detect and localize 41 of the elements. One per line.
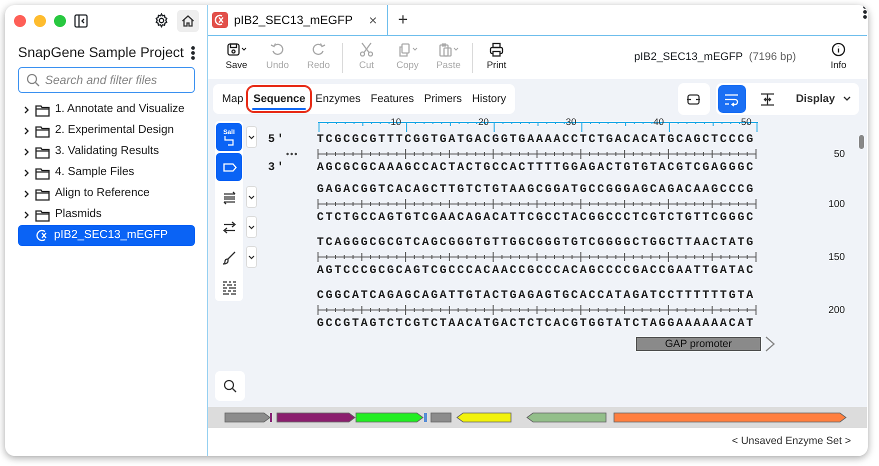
sequence-text: TCGCGCGTTTCGGTGATGACGGTGAAAACCTCTGACACATGCAGCTCCCG [316, 133, 756, 147]
folder-item[interactable]: 1. Annotate and Visualize [18, 99, 195, 120]
document-title: pIB2_SEC13_mEGFP [234, 12, 354, 29]
view-tab[interactable]: History [466, 86, 512, 112]
view-tab[interactable]: Primers [419, 86, 467, 112]
position-number: 50 [832, 148, 845, 162]
view-tab[interactable]: Enzymes [310, 86, 366, 112]
file-item[interactable]: pIB2_SEC13_mEGFP [18, 225, 195, 246]
sequence-text: AGCGCGCAAAGCCACTACTGCCACTTTTGGAGACTGTGTACGTCGAGGGC [316, 161, 756, 175]
sequence-length: (7196 bp) [748, 50, 796, 66]
info-button[interactable]: Info [818, 42, 859, 74]
close-tab-button[interactable]: × [366, 8, 379, 32]
view-tab[interactable]: Sequence [248, 86, 310, 112]
position-number: 150 [827, 251, 845, 265]
save-button[interactable]: Save [216, 42, 257, 74]
sequence-text: CGGCATCAGAGCAGATTGTACTGAGAGTGCACCATAGATCCTTTTTTGTA [316, 289, 756, 303]
file-name: pIB2_SEC13_mEGFP [634, 50, 743, 66]
folder-item[interactable]: Plasmids [18, 204, 195, 225]
project-title: SnapGene Sample Project [18, 43, 185, 62]
sequence-text: AGTCCCGCGCAGTCGCCCACAACCGCCCACAGCCCCGACCGAATTGATAC [316, 264, 756, 278]
position-number: 100 [827, 198, 845, 212]
folder-item[interactable]: 3. Validating Results [18, 141, 195, 162]
sequence-text: GAGACGGTCACAGCTTGTCTGTAAGCGGATGCCGGGAGCAGACAAGCCCG [316, 183, 756, 197]
ellipsis-icon: ••• [286, 147, 298, 161]
sequence-text: CTCTGCCAGTGTCGAACAGACATTCGCCTACGGCCCTCGTCTGTTCGGGC [316, 211, 756, 225]
view-tab[interactable]: Map [217, 86, 248, 112]
enzyme-set-button[interactable]: < Unsaved Enzyme Set > [730, 432, 853, 452]
three-prime-label: 3' [268, 161, 286, 175]
position-number: 200 [827, 304, 845, 318]
print-button[interactable]: Print [476, 42, 517, 74]
document-tab[interactable]: pIB2_SEC13_mEGFP × [208, 5, 388, 35]
new-tab-button[interactable]: + [388, 5, 418, 35]
sequence-text: TCAGGGCGCGTCAGCGGGTGTTGGCGGGTGTCGGGGCTGGCTTAACTATG [316, 236, 756, 250]
folder-item[interactable]: Align to Reference [18, 183, 195, 204]
view-tab[interactable]: Features [366, 86, 420, 112]
sequence-text: GCCGTAGTCTCGTCTAACATGACTCTCACGTGGTATCTAGGAAAAAACAT [316, 317, 756, 331]
feature-label: GAP promoter [636, 337, 761, 351]
folder-item[interactable]: 4. Sample Files [18, 162, 195, 183]
folder-item[interactable]: 2. Experimental Design [18, 120, 195, 141]
five-prime-label: 5' [268, 133, 286, 147]
search-field[interactable]: Search and filter files [18, 67, 195, 93]
